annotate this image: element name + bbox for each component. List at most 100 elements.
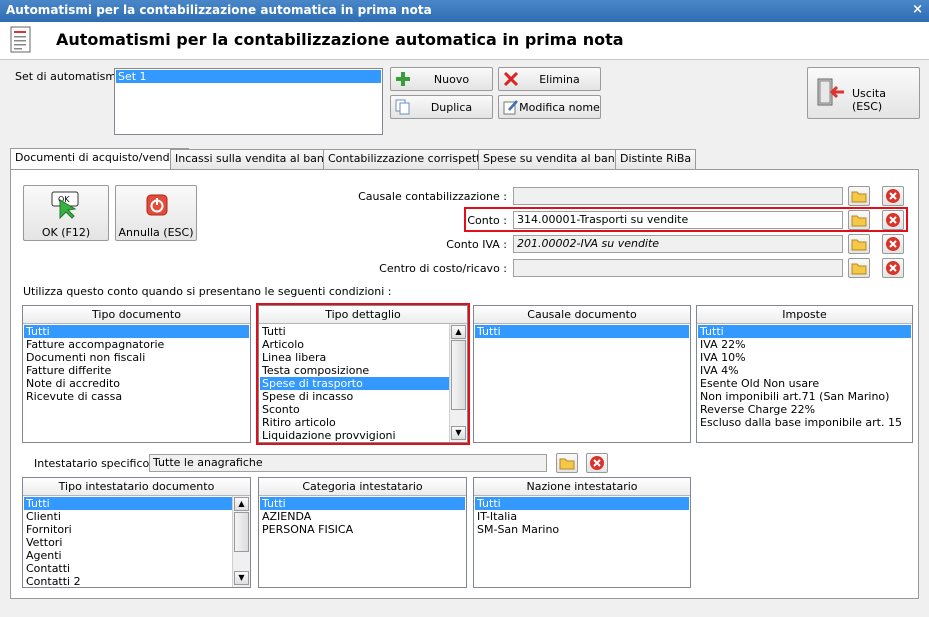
list-item[interactable]: Tutti	[260, 497, 465, 510]
list-item[interactable]: Vettori	[24, 536, 232, 549]
categoria-intestatario-list[interactable]: Categoria intestatario Tutti AZIENDA PER…	[258, 477, 467, 588]
list-item[interactable]: Contatti 2	[24, 575, 232, 587]
tipo-dettaglio-scrollbar[interactable]: ▲ ▼	[449, 324, 467, 442]
scroll-thumb[interactable]	[451, 340, 466, 410]
list-item[interactable]: Spese di trasporto	[260, 377, 449, 390]
list-item[interactable]: Tutti	[24, 497, 232, 510]
list-item[interactable]: Note di accredito	[24, 377, 249, 390]
list-item[interactable]: Non imponibili art.71 (San Marino)	[698, 390, 911, 403]
list-item[interactable]: Linea libera	[260, 351, 449, 364]
scroll-up-icon[interactable]: ▲	[451, 325, 466, 339]
conto-iva-browse-button[interactable]	[848, 234, 870, 254]
conto-field[interactable]: 314.00001-Trasporti su vendite	[513, 211, 843, 229]
conto-clear-button[interactable]	[882, 210, 904, 230]
list-item[interactable]: Spese di incasso	[260, 390, 449, 403]
tipo-intestatario-items: Tutti Clienti Fornitori Vettori Agenti C…	[23, 496, 250, 587]
list-item[interactable]: Tutti	[260, 325, 449, 338]
list-item[interactable]: IT-Italia	[475, 510, 689, 523]
list-item[interactable]: PERSONA FISICA	[260, 523, 465, 536]
list-item[interactable]: Contatti	[24, 562, 232, 575]
tab-documenti[interactable]: Documenti di acquisto/vendita	[10, 148, 189, 170]
conto-iva-clear-button[interactable]	[882, 234, 904, 254]
list-item[interactable]: Sconto	[260, 403, 449, 416]
list-item[interactable]: Fatture differite	[24, 364, 249, 377]
list-item[interactable]: Tutti	[475, 325, 689, 338]
list-item[interactable]: AZIENDA	[260, 510, 465, 523]
conto-iva-label: Conto IVA :	[446, 238, 507, 251]
list-item[interactable]: Tutti	[698, 325, 911, 338]
list-item[interactable]: Escluso dalla base imponibile art. 15	[698, 416, 911, 429]
ok-button[interactable]: OK OK (F12)	[23, 185, 109, 241]
page-title: Automatismi per la contabilizzazione aut…	[56, 30, 624, 49]
list-item[interactable]: Agenti	[24, 549, 232, 562]
elimina-button[interactable]: Elimina	[498, 67, 601, 91]
causale-browse-button[interactable]	[848, 186, 870, 206]
list-item[interactable]: IVA 4%	[698, 364, 911, 377]
duplica-label: Duplica	[430, 101, 473, 114]
nuovo-button[interactable]: Nuovo	[390, 67, 493, 91]
centro-clear-button[interactable]	[882, 258, 904, 278]
exit-door-icon	[817, 78, 844, 106]
intestatario-label: Intestatario specifico :	[34, 457, 157, 470]
list-item[interactable]: Clienti	[24, 510, 232, 523]
tipo-documento-list[interactable]: Tipo documento Tutti Fatture accompagnat…	[22, 305, 251, 443]
list-item[interactable]: Documenti non fiscali	[24, 351, 249, 364]
centro-field[interactable]	[513, 259, 843, 277]
causale-documento-list[interactable]: Causale documento Tutti	[473, 305, 691, 443]
nuovo-label: Nuovo	[433, 73, 470, 86]
list-item[interactable]: SM-San Marino	[475, 523, 689, 536]
scroll-up-icon[interactable]: ▲	[234, 497, 249, 511]
tipo-dettaglio-list[interactable]: Tipo dettaglio Tutti Articolo Linea libe…	[258, 305, 468, 443]
causale-label: Causale contabilizzazione :	[358, 190, 507, 203]
scroll-down-icon[interactable]: ▼	[451, 426, 466, 440]
tab-corrispettivi[interactable]: Contabilizzazione corrispettivi	[323, 149, 499, 169]
annulla-label: Annulla (ESC)	[118, 226, 194, 239]
list-item[interactable]: Reverse Charge 22%	[698, 403, 911, 416]
folder-icon	[851, 239, 867, 251]
tab-incassi[interactable]: Incassi sulla vendita al banco	[170, 149, 342, 169]
tipo-intestatario-header: Tipo intestatario documento	[23, 478, 250, 496]
list-item[interactable]: Liquidazione provvigioni	[260, 429, 449, 442]
list-item[interactable]: Testa composizione	[260, 364, 449, 377]
centro-browse-button[interactable]	[848, 258, 870, 278]
conto-browse-button[interactable]	[848, 210, 870, 230]
causale-clear-button[interactable]	[882, 186, 904, 206]
uscita-button[interactable]: Uscita (ESC)	[807, 67, 920, 119]
tipo-intestatario-list[interactable]: Tipo intestatario documento Tutti Client…	[22, 477, 251, 588]
nazione-intestatario-list[interactable]: Nazione intestatario Tutti IT-Italia SM-…	[473, 477, 691, 588]
scroll-down-icon[interactable]: ▼	[234, 571, 249, 585]
clear-icon	[886, 213, 900, 227]
list-item[interactable]: IVA 22%	[698, 338, 911, 351]
list-item[interactable]: Tutti	[475, 497, 689, 510]
list-item[interactable]: Fornitori	[24, 523, 232, 536]
page-header: Automatismi per la contabilizzazione aut…	[0, 22, 929, 60]
list-item[interactable]: Esente Old Non usare	[698, 377, 911, 390]
list-item[interactable]: Ritiro articolo	[260, 416, 449, 429]
tab-spese[interactable]: Spese su vendita al banco	[478, 149, 633, 169]
set-list[interactable]: Set 1	[114, 68, 383, 135]
set-item[interactable]: Set 1	[116, 70, 381, 83]
list-item[interactable]: IVA 10%	[698, 351, 911, 364]
set-label: Set di automatismi :	[15, 70, 127, 83]
intestatario-clear-button[interactable]	[586, 453, 608, 473]
tipo-intestatario-scrollbar[interactable]: ▲ ▼	[232, 496, 250, 587]
centro-label: Centro di costo/ricavo :	[379, 262, 507, 275]
scroll-thumb[interactable]	[234, 512, 249, 552]
intestatario-browse-button[interactable]	[556, 453, 578, 473]
list-item[interactable]: Fatture accompagnatorie	[24, 338, 249, 351]
conto-iva-field[interactable]: 201.00002-IVA su vendite	[513, 235, 843, 253]
elimina-label: Elimina	[539, 73, 580, 86]
tab-riba[interactable]: Distinte RiBa	[615, 149, 697, 169]
causale-documento-items: Tutti	[474, 324, 690, 339]
modifica-nome-button[interactable]: Modifica nome	[498, 95, 601, 119]
causale-field[interactable]	[513, 187, 843, 205]
list-item[interactable]: Tutti	[24, 325, 249, 338]
close-icon[interactable]: ×	[912, 2, 923, 17]
list-item[interactable]: Ricevute di cassa	[24, 390, 249, 403]
causale-documento-header: Causale documento	[474, 306, 690, 324]
intestatario-field[interactable]: Tutte le anagrafiche	[149, 454, 547, 472]
imposte-list[interactable]: Imposte Tutti IVA 22% IVA 10% IVA 4% Ese…	[696, 305, 913, 443]
duplica-button[interactable]: Duplica	[390, 95, 493, 119]
list-item[interactable]: Articolo	[260, 338, 449, 351]
annulla-button[interactable]: Annulla (ESC)	[115, 185, 197, 241]
